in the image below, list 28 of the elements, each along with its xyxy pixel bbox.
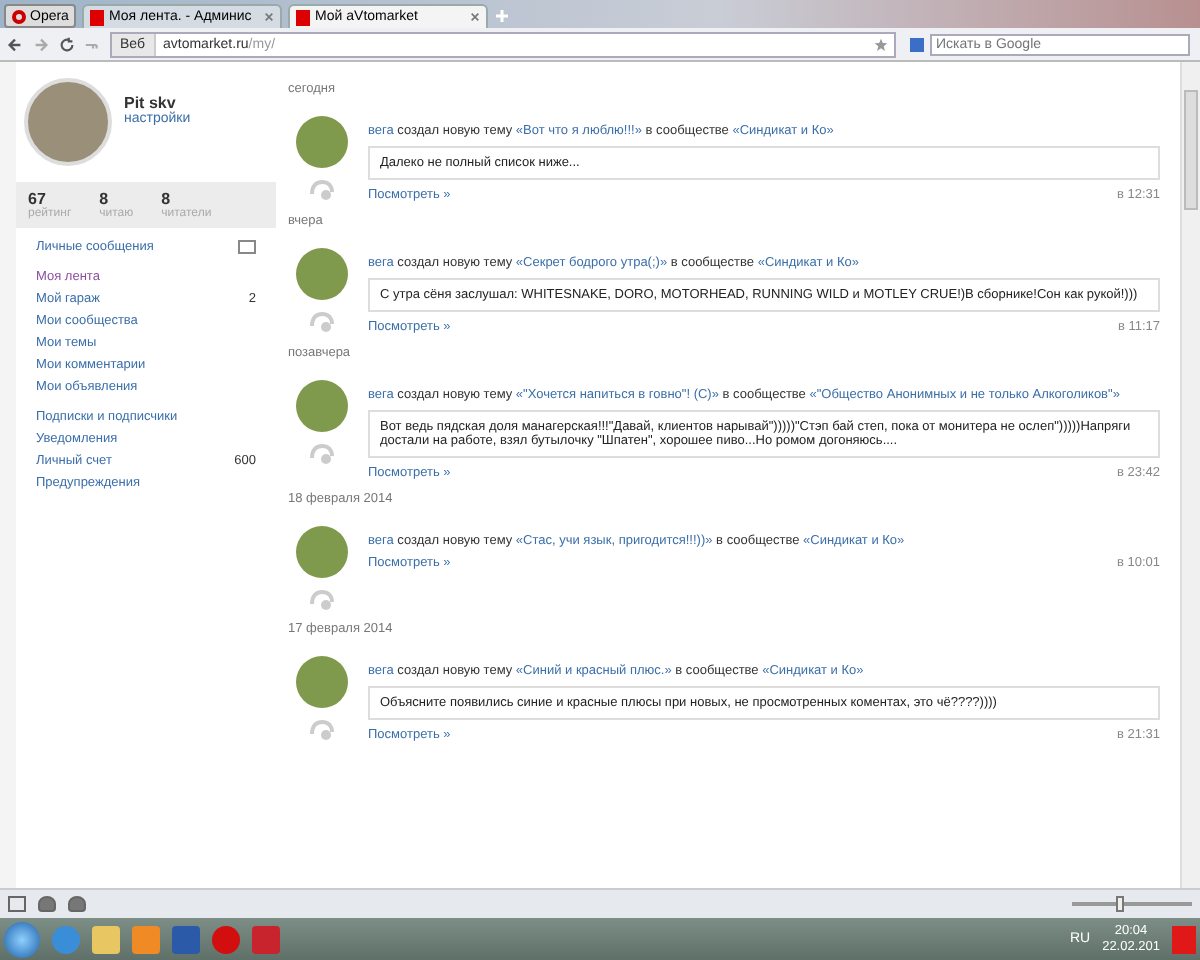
- photo-placeholder: [296, 116, 348, 168]
- comments-icon[interactable]: [310, 720, 334, 740]
- start-button[interactable]: [4, 921, 40, 957]
- stat-value: 67: [28, 190, 46, 208]
- new-tab-icon[interactable]: [494, 8, 511, 24]
- photo-placeholder: [296, 248, 348, 300]
- stat-value: 8: [161, 190, 173, 208]
- photo-placeholder: [296, 656, 348, 708]
- photo-placeholder: [296, 526, 348, 578]
- panel-toggle-icon[interactable]: [8, 896, 26, 912]
- profile-name: Pit skv: [124, 94, 176, 112]
- reload-icon[interactable]: [58, 35, 76, 53]
- forward-icon[interactable]: [32, 35, 50, 53]
- close-icon[interactable]: [264, 12, 275, 22]
- stat-value: 8: [99, 190, 111, 208]
- comments-icon[interactable]: [310, 444, 334, 464]
- scrollbar[interactable]: [1180, 62, 1200, 888]
- close-icon[interactable]: [470, 12, 481, 22]
- comments-icon[interactable]: [310, 312, 334, 332]
- comments-icon[interactable]: [310, 180, 334, 200]
- back-icon[interactable]: [6, 35, 24, 53]
- star-icon[interactable]: [874, 37, 888, 51]
- envelope-icon[interactable]: [238, 240, 256, 254]
- photo-placeholder: [296, 380, 348, 432]
- photo-placeholder: [24, 78, 112, 166]
- comments-icon[interactable]: [310, 590, 334, 610]
- google-logo-icon: [910, 37, 924, 51]
- zoom-slider-thumb[interactable]: [1116, 896, 1124, 912]
